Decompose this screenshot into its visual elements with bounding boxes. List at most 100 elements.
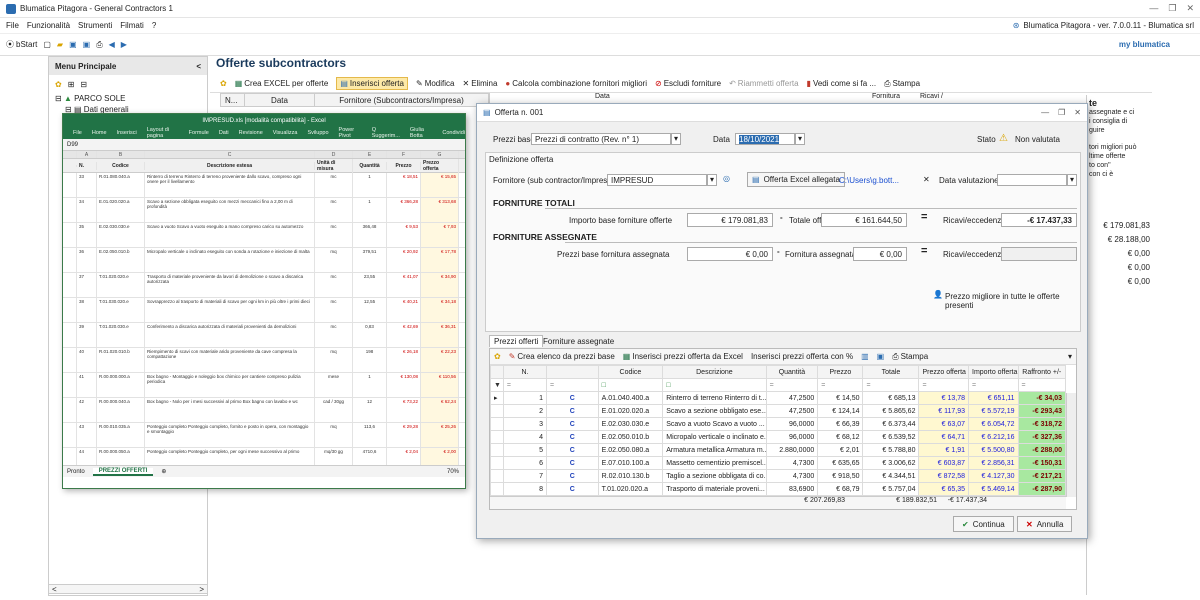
inserisci-excel-button[interactable]: ▦ Inserisci prezzi offerta da Excel bbox=[623, 352, 743, 361]
excel-cell[interactable]: R.00.000.050.a bbox=[97, 448, 145, 465]
excel-cell[interactable]: T.01.020.020.e bbox=[97, 273, 145, 297]
excel-row[interactable]: 39 T.01.020.030.e Conferimento a discarica… bbox=[63, 323, 465, 348]
save-icon[interactable]: ▣ bbox=[69, 40, 77, 49]
excel-cell[interactable]: 34 bbox=[77, 198, 97, 222]
excel-cell[interactable]: 366,48 bbox=[353, 223, 387, 247]
excel-cell[interactable]: 113,6 bbox=[353, 423, 387, 447]
table-cell[interactable]: C bbox=[545, 417, 599, 431]
tab-forniture-assegnate[interactable]: Forniture assegnate bbox=[539, 336, 618, 347]
excel-cell[interactable]: E.02.030.030.e bbox=[97, 223, 145, 247]
excel-tab[interactable]: Layout di pagina bbox=[147, 127, 179, 139]
excel-cell[interactable]: T.01.030.020.e bbox=[97, 298, 145, 322]
table-cell[interactable]: T.01.020.020.a bbox=[597, 482, 664, 496]
excel-cell[interactable]: 198 bbox=[353, 348, 387, 372]
excel-cell[interactable]: R.01.080.040.a bbox=[97, 173, 145, 197]
restore-icon[interactable]: ❐ bbox=[1168, 3, 1176, 14]
excel-tab[interactable]: Inserisci bbox=[117, 130, 137, 136]
excel-cell[interactable]: € 34,90 bbox=[421, 273, 459, 297]
table-cell[interactable]: C bbox=[545, 456, 599, 470]
table-row[interactable]: 8 C T.01.020.020.a Trasporto di materiale p… bbox=[490, 482, 1067, 496]
excel-cell[interactable]: 1 bbox=[353, 373, 387, 397]
table-cell[interactable]: E.02.050.080.a bbox=[597, 443, 664, 457]
excel-tab[interactable]: Sviluppo bbox=[307, 130, 328, 136]
open-icon[interactable]: ▰ bbox=[57, 40, 63, 49]
excel-cell[interactable] bbox=[63, 348, 77, 372]
excel-cell[interactable]: 37 bbox=[77, 273, 97, 297]
excel-path-link[interactable]: C:\Users\g.bott... bbox=[839, 176, 899, 185]
excel-cell[interactable]: € 17,78 bbox=[421, 248, 459, 272]
excel-cell[interactable] bbox=[63, 298, 77, 322]
excel-row[interactable]: 41 R.00.000.000.a Box bagno - Montaggio e … bbox=[63, 373, 465, 398]
toolbar-more-icon[interactable]: ▾ bbox=[1068, 352, 1076, 361]
table-cell[interactable]: R.02.010.130.b bbox=[597, 469, 664, 483]
excel-cell[interactable]: € 130,08 bbox=[387, 373, 421, 397]
table-cell[interactable]: € 635,65 bbox=[817, 456, 864, 470]
excel-cell[interactable]: Ponteggio completo Ponteggio completo, p… bbox=[145, 448, 315, 465]
lookup-icon[interactable]: ◎ bbox=[723, 174, 730, 183]
excel-share[interactable]: Condividi bbox=[442, 130, 465, 136]
table-cell[interactable]: € 65,35 bbox=[918, 482, 969, 496]
table-cell[interactable]: -€ 217,21 bbox=[1017, 469, 1067, 483]
export-icon[interactable]: ▣ bbox=[877, 352, 885, 361]
excel-cell[interactable]: € 26,18 bbox=[387, 348, 421, 372]
excel-cell[interactable]: mc bbox=[315, 323, 353, 347]
excel-formula-bar[interactable]: D99 bbox=[63, 139, 465, 151]
excel-cell[interactable]: € 73,22 bbox=[387, 398, 421, 422]
excel-cell[interactable]: R.00.010.035.a bbox=[97, 423, 145, 447]
col-importo-offerta[interactable]: Importo offerta bbox=[968, 365, 1019, 379]
excel-grid[interactable]: A B C D E F G N. Codice Descrizione este… bbox=[63, 151, 465, 465]
excel-tab[interactable]: Visualizza bbox=[273, 130, 298, 136]
excel-tab[interactable]: Power Pivot bbox=[339, 127, 362, 139]
table-cell[interactable]: € 6.373,44 bbox=[862, 417, 920, 431]
table-cell[interactable]: € 68,79 bbox=[817, 482, 864, 496]
table-cell[interactable]: C bbox=[545, 391, 599, 405]
excel-tab[interactable]: Home bbox=[92, 130, 107, 136]
excel-cell[interactable]: mc bbox=[315, 173, 353, 197]
left-scrollbar[interactable]: < > bbox=[48, 584, 208, 594]
table-cell[interactable]: 4,7300 bbox=[765, 456, 819, 470]
table-cell[interactable]: € 14,50 bbox=[817, 391, 864, 405]
excel-cell[interactable]: mc bbox=[315, 223, 353, 247]
excel-cell[interactable]: 379,51 bbox=[353, 248, 387, 272]
chevron-down-icon[interactable]: ▾ bbox=[707, 174, 717, 186]
excel-tab[interactable]: Dati bbox=[219, 130, 229, 136]
table-cell[interactable]: 7 bbox=[502, 469, 547, 483]
table-cell[interactable]: € 5.500,80 bbox=[968, 443, 1019, 457]
chevron-down-icon[interactable]: ▾ bbox=[671, 133, 681, 145]
tree-node-project[interactable]: ⊟ ▲ PARCO SOLE bbox=[55, 93, 201, 104]
excel-cell[interactable]: R.01.020.010.b bbox=[97, 348, 145, 372]
grid-stampa-button[interactable]: ⎙ Stampa bbox=[892, 352, 928, 362]
excel-cell[interactable]: 33 bbox=[77, 173, 97, 197]
excel-cell[interactable]: 35 bbox=[77, 223, 97, 247]
prezzi-base-select[interactable]: Prezzi di contratto (Rev. n° 1) bbox=[531, 133, 671, 145]
table-cell[interactable]: -€ 327,36 bbox=[1017, 430, 1067, 444]
grid-filter-row[interactable]: ▼ = = □ □ = = = = = = bbox=[490, 378, 1067, 392]
excel-row[interactable]: 36 E.02.050.010.b Micropalo verticale o in… bbox=[63, 248, 465, 273]
table-cell[interactable]: € 6.539,52 bbox=[862, 430, 920, 444]
excel-cell[interactable]: € 7,93 bbox=[421, 223, 459, 247]
excel-row[interactable]: 44 R.00.000.050.a Ponteggio completo Ponte… bbox=[63, 448, 465, 465]
table-cell[interactable]: € 918,50 bbox=[817, 469, 864, 483]
collapse-all-icon[interactable]: ⊟ bbox=[80, 80, 87, 89]
table-cell[interactable]: 47,2500 bbox=[765, 391, 819, 405]
excel-cell[interactable] bbox=[63, 373, 77, 397]
excel-cell[interactable]: € 18,51 bbox=[387, 173, 421, 197]
excel-cell[interactable]: Trasporto di materiale proveniente da la… bbox=[145, 273, 315, 297]
menu-help[interactable]: ? bbox=[152, 21, 156, 30]
data-valutazione-field[interactable] bbox=[997, 174, 1067, 186]
excel-cell[interactable] bbox=[63, 173, 77, 197]
excel-cell[interactable]: Micropalo verticale o inclinato eseguito… bbox=[145, 248, 315, 272]
menu-filmati[interactable]: Filmati bbox=[120, 21, 144, 30]
excel-cell[interactable]: cad / 30gg bbox=[315, 398, 353, 422]
excel-cell[interactable]: Scavo a sezione obbligata eseguito con m… bbox=[145, 198, 315, 222]
table-cell[interactable]: C bbox=[545, 482, 599, 496]
collapse-icon[interactable]: < bbox=[196, 62, 201, 71]
table-cell[interactable]: 4,7300 bbox=[765, 469, 819, 483]
stampa-button[interactable]: ⎙ Stampa bbox=[884, 79, 920, 89]
excel-window[interactable]: IMPRESUD.xls [modalità compatibilità] - … bbox=[62, 113, 466, 489]
excel-namebox[interactable]: D99 bbox=[67, 142, 78, 148]
table-cell[interactable]: 2 bbox=[502, 404, 547, 418]
table-cell[interactable]: € 68,12 bbox=[817, 430, 864, 444]
excel-cell[interactable]: Scavo a vuoto Scavo a vuoto eseguito a m… bbox=[145, 223, 315, 247]
table-cell[interactable] bbox=[490, 469, 504, 483]
